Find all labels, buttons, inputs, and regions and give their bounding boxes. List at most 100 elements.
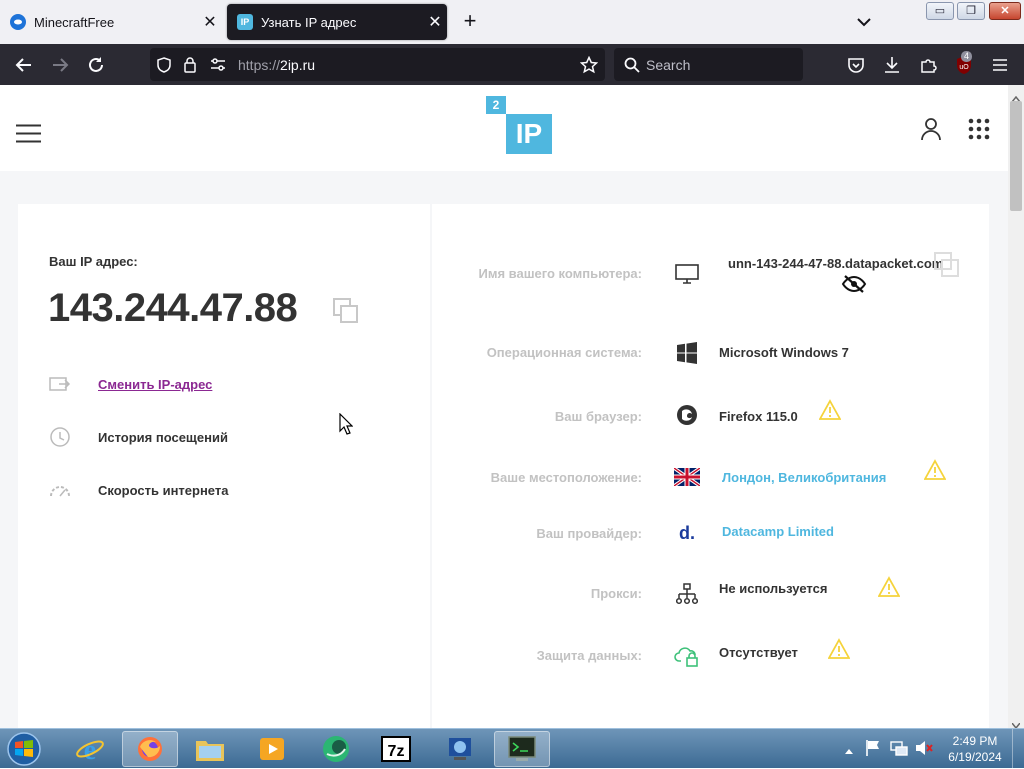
warning-icon[interactable] bbox=[878, 576, 900, 598]
tracking-shield-icon[interactable] bbox=[156, 57, 172, 78]
show-hidden-icons-arrow-icon[interactable] bbox=[844, 742, 854, 760]
window-minimize-button[interactable]: ▭ bbox=[926, 2, 954, 20]
2ip-favicon-icon: IP bbox=[237, 14, 253, 30]
bookmark-star-icon[interactable] bbox=[579, 55, 599, 79]
provider-icon: d. bbox=[674, 521, 700, 545]
user-account-icon[interactable] bbox=[920, 117, 942, 146]
taskbar-app-icon[interactable] bbox=[308, 731, 364, 767]
hide-eye-icon[interactable] bbox=[841, 274, 867, 299]
provider-link[interactable]: Datacamp Limited bbox=[722, 524, 834, 539]
warning-icon[interactable] bbox=[819, 399, 841, 421]
tab-2ip[interactable]: IP Узнать IP адрес ✕ bbox=[227, 4, 447, 40]
search-bar[interactable]: Search bbox=[614, 48, 803, 81]
detail-row-computer-name: Имя вашего компьютера: unn-143-244-47-88… bbox=[432, 251, 989, 294]
window-close-button[interactable]: ✕ bbox=[989, 2, 1021, 20]
detail-value: Отсутствует bbox=[719, 645, 798, 660]
ip-label: Ваш IP адрес: bbox=[49, 254, 138, 269]
ublock-counter-badge: 4 bbox=[961, 51, 973, 62]
proxy-network-icon bbox=[674, 582, 700, 606]
detail-row-proxy: Прокси: Не используется bbox=[432, 576, 989, 692]
detail-row-location: Ваше местоположение: Лондон, Великобрита… bbox=[432, 459, 989, 575]
reload-button[interactable] bbox=[83, 52, 109, 78]
new-tab-button[interactable]: + bbox=[458, 10, 482, 34]
visit-history-link[interactable]: История посещений bbox=[48, 427, 228, 447]
windows-taskbar: e 7z 2:49 PM 6/19/2024 bbox=[0, 728, 1024, 769]
ip-address-value[interactable]: 143.244.47.88 bbox=[48, 286, 298, 331]
search-placeholder: Search bbox=[646, 57, 691, 73]
cloud-lock-icon bbox=[674, 644, 700, 668]
detail-row-provider: Ваш провайдер: d. Datacamp Limited bbox=[432, 523, 989, 631]
show-desktop-button[interactable] bbox=[1012, 729, 1024, 769]
downloads-icon[interactable] bbox=[879, 52, 905, 78]
visit-history-label: История посещений bbox=[98, 429, 228, 445]
svg-text:d.: d. bbox=[679, 523, 695, 543]
tab-close-icon[interactable]: ✕ bbox=[423, 12, 447, 32]
app-menu-icon[interactable] bbox=[987, 52, 1013, 78]
taskbar-explorer-icon[interactable] bbox=[182, 731, 238, 767]
site-logo[interactable]: 2 IP bbox=[486, 96, 552, 154]
taskbar-7zip-icon[interactable]: 7z bbox=[368, 731, 424, 767]
copy-ip-icon[interactable] bbox=[332, 297, 360, 330]
permissions-icon[interactable] bbox=[210, 58, 226, 77]
svg-text:uO: uO bbox=[959, 64, 969, 71]
detail-value: Не используется bbox=[719, 581, 828, 596]
clock-time: 2:49 PM bbox=[952, 734, 998, 748]
window-maximize-button[interactable]: ❐ bbox=[957, 2, 985, 20]
system-clock[interactable]: 2:49 PM 6/19/2024 bbox=[940, 733, 1010, 765]
svg-text:7z: 7z bbox=[388, 743, 405, 760]
pocket-icon[interactable] bbox=[843, 52, 869, 78]
detail-value: Microsoft Windows 7 bbox=[719, 345, 849, 360]
change-ip-link[interactable]: Сменить IP-адрес bbox=[48, 374, 212, 394]
internet-speed-link[interactable]: Скорость интернета bbox=[48, 480, 228, 500]
mouse-cursor-icon bbox=[339, 412, 354, 440]
detail-label: Ваше местоположение: bbox=[490, 470, 642, 485]
taskbar-firefox-icon[interactable] bbox=[122, 731, 178, 767]
ip-info-card: Ваш IP адрес: 143.244.47.88 Сменить IP-а… bbox=[18, 204, 430, 728]
detail-row-data-protection: Защита данных: Отсутствует bbox=[432, 638, 989, 728]
apps-grid-icon[interactable] bbox=[968, 118, 990, 145]
warning-icon[interactable] bbox=[828, 638, 850, 660]
navigation-toolbar: https://2ip.ru Search uO 4 bbox=[0, 44, 1024, 85]
tab-close-icon[interactable]: ✕ bbox=[198, 12, 222, 32]
volume-muted-icon[interactable] bbox=[914, 739, 934, 762]
start-button[interactable] bbox=[4, 730, 44, 768]
network-status-icon[interactable] bbox=[890, 739, 908, 762]
taskbar-network-app-icon[interactable] bbox=[432, 731, 488, 767]
copy-hostname-icon[interactable] bbox=[933, 251, 961, 284]
tab-title: Узнать IP адрес bbox=[261, 14, 357, 30]
url-text[interactable]: https://2ip.ru bbox=[238, 57, 315, 73]
warning-icon[interactable] bbox=[924, 459, 946, 481]
taskbar-media-player-icon[interactable] bbox=[244, 731, 300, 767]
windows-icon bbox=[674, 341, 700, 365]
svg-text:e: e bbox=[84, 735, 96, 764]
action-center-flag-icon[interactable] bbox=[865, 739, 881, 762]
tab-minecraftfree[interactable]: MinecraftFree ✕ bbox=[0, 4, 222, 40]
detail-row-os: Операционная система: Microsoft Windows … bbox=[432, 342, 989, 451]
page-scrollbar[interactable] bbox=[1008, 85, 1024, 730]
history-icon bbox=[48, 427, 72, 447]
page-content: 2 IP Ваш IP адрес: 143.244.47.88 Сменить… bbox=[0, 85, 1008, 728]
internet-speed-label: Скорость интернета bbox=[98, 482, 229, 498]
hamburger-menu-icon[interactable] bbox=[16, 124, 41, 148]
detail-label: Защита данных: bbox=[536, 648, 642, 663]
taskbar-internet-explorer-icon[interactable]: e bbox=[62, 731, 118, 767]
detail-value: Firefox 115.0 bbox=[719, 409, 798, 424]
logo-main-mark: IP bbox=[506, 114, 552, 154]
change-ip-label: Сменить IP-адрес bbox=[98, 376, 213, 392]
scrollbar-thumb[interactable] bbox=[1010, 101, 1022, 211]
extensions-puzzle-icon[interactable] bbox=[915, 52, 941, 78]
tab-bar: MinecraftFree ✕ IP Узнать IP адрес ✕ + ▭… bbox=[0, 0, 1024, 44]
change-ip-icon bbox=[48, 374, 72, 394]
lock-icon[interactable] bbox=[183, 56, 197, 78]
taskbar-terminal-icon[interactable] bbox=[494, 731, 550, 767]
detail-label: Имя вашего компьютера: bbox=[478, 266, 642, 281]
detail-label: Ваш браузер: bbox=[554, 409, 642, 424]
url-bar[interactable]: https://2ip.ru bbox=[150, 48, 605, 81]
logo-small-mark: 2 bbox=[486, 96, 506, 114]
list-all-tabs-button[interactable] bbox=[852, 12, 876, 32]
forward-button[interactable] bbox=[47, 52, 73, 78]
speedometer-icon bbox=[48, 480, 72, 500]
back-button[interactable] bbox=[11, 52, 37, 78]
location-link[interactable]: Лондон, Великобритания bbox=[722, 470, 886, 485]
clock-date: 6/19/2024 bbox=[948, 750, 1002, 764]
